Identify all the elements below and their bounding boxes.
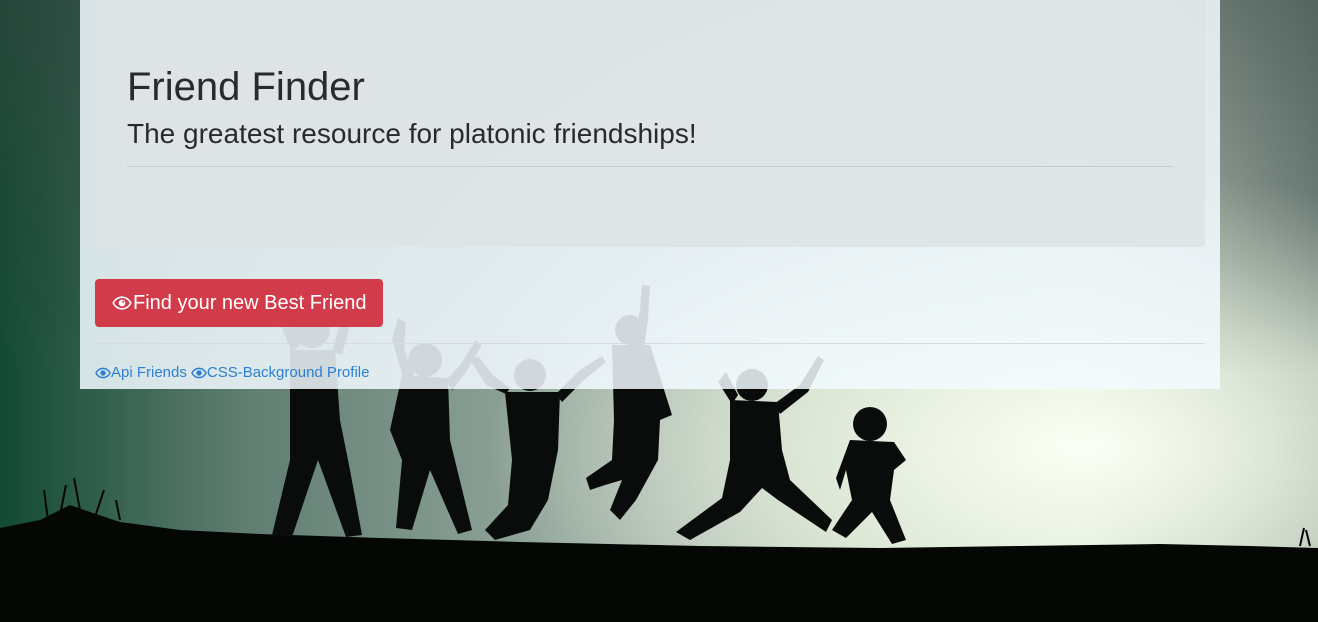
main-container: Friend Finder The greatest resource for …: [80, 0, 1220, 389]
find-best-friend-label: Find your new Best Friend: [133, 292, 367, 314]
eye-icon: [112, 296, 132, 310]
eye-icon: [95, 367, 111, 379]
eye-icon: [191, 367, 207, 379]
jumbotron: Friend Finder The greatest resource for …: [95, 0, 1205, 247]
divider: [127, 166, 1173, 167]
page: Friend Finder The greatest resource for …: [0, 0, 1318, 622]
footer-links: Api Friends CSS-Background Profile: [95, 363, 373, 383]
api-friends-link[interactable]: Api Friends: [95, 363, 187, 383]
page-title: Friend Finder: [127, 65, 365, 109]
css-background-profile-link[interactable]: CSS-Background Profile: [191, 363, 370, 383]
find-best-friend-button[interactable]: Find your new Best Friend: [95, 279, 384, 327]
css-background-profile-label: CSS-Background Profile: [206, 364, 370, 381]
footer-divider: [95, 343, 1205, 344]
page-subtitle: The greatest resource for platonic frien…: [127, 118, 697, 149]
api-friends-label: Api Friends: [111, 364, 187, 381]
